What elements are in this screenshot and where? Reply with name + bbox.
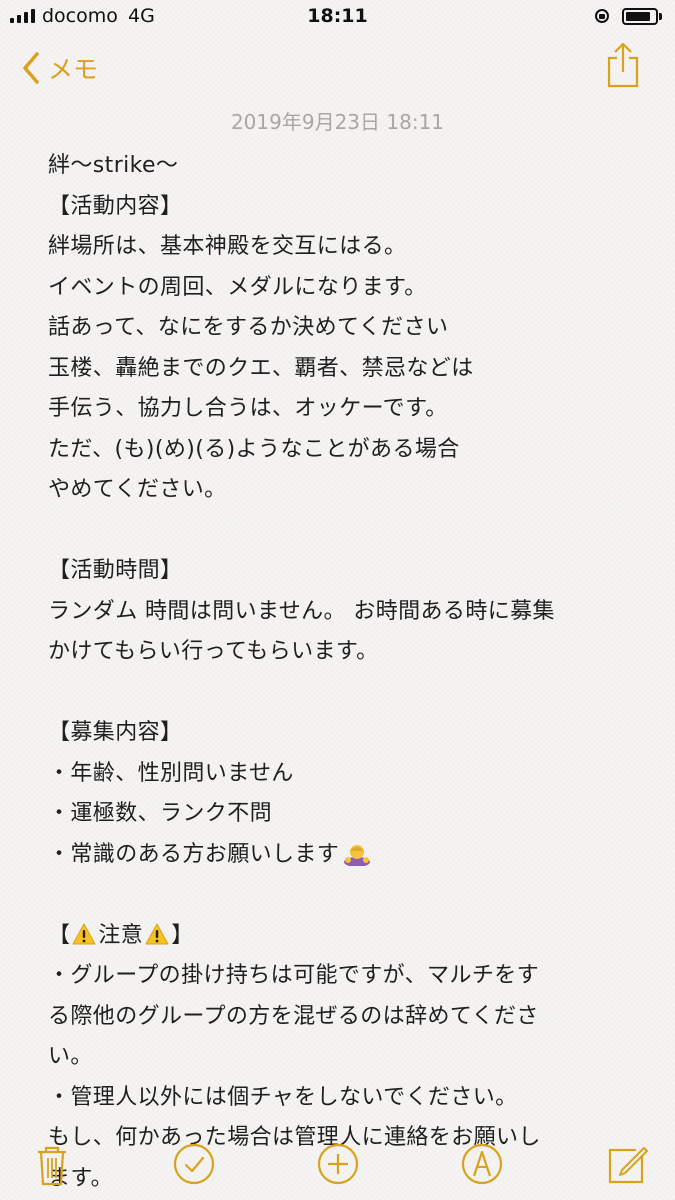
checklist-button[interactable] bbox=[172, 1142, 216, 1186]
note-line-with-emoji: 【 注意 】 bbox=[48, 916, 648, 957]
note-line: やめてください。 bbox=[48, 477, 227, 502]
note-line: る際他のグループの方を混ぜるのは辞めてくださ bbox=[48, 1003, 539, 1029]
compose-icon bbox=[608, 1147, 648, 1184]
warning-emoji-icon bbox=[72, 923, 96, 945]
note-line: 手伝う、協力し合うは、オッケーです。 bbox=[48, 396, 448, 421]
note-line: ・年齢、性別問いません bbox=[48, 760, 294, 786]
rotation-lock-icon bbox=[595, 9, 609, 23]
bracket-close: 】 bbox=[171, 922, 194, 948]
note-line-with-emoji: ・常識のある方お願いします bbox=[48, 835, 648, 876]
trash-icon bbox=[38, 1146, 66, 1186]
battery-level bbox=[626, 12, 650, 21]
note-line: い。 bbox=[48, 1044, 93, 1069]
note-blank-line bbox=[48, 511, 648, 552]
sketch-icon bbox=[461, 1143, 503, 1185]
status-time: 18:11 bbox=[307, 5, 368, 27]
note-date: 2019年9月23日 18:11 bbox=[230, 110, 445, 134]
note-line: ランダム 時間は問いません。 お時間ある時に募集 bbox=[48, 598, 555, 624]
note-line: 【活動時間】 bbox=[48, 558, 183, 583]
caution-label: 注意 bbox=[98, 922, 144, 948]
warning-emoji-icon bbox=[145, 923, 169, 945]
battery-icon bbox=[622, 8, 658, 25]
bracket-open: 【 bbox=[48, 922, 71, 948]
note-line: イベントの周回、メダルになります。 bbox=[48, 274, 427, 300]
checklist-icon bbox=[173, 1143, 215, 1185]
share-icon bbox=[607, 42, 639, 88]
note-line: 【募集内容】 bbox=[48, 720, 183, 745]
note-line-text: ・常識のある方お願いします bbox=[48, 841, 340, 867]
note-line: 玉楼、轟絶までのクエ、覇者、禁忌などは bbox=[48, 355, 474, 381]
bowing-person-emoji-icon bbox=[343, 840, 371, 867]
compose-button[interactable] bbox=[606, 1142, 650, 1186]
sketch-button[interactable] bbox=[460, 1142, 504, 1186]
note-title: 絆〜strike〜 bbox=[48, 153, 179, 178]
chevron-left-icon bbox=[23, 52, 39, 84]
note-line: 【活動内容】 bbox=[48, 193, 183, 219]
share-button[interactable] bbox=[606, 42, 640, 88]
note-blank-line bbox=[48, 875, 648, 916]
note-line: ・管理人以外には個チャをしないでください。 bbox=[48, 1084, 518, 1110]
bottom-toolbar bbox=[0, 1136, 675, 1200]
add-button[interactable] bbox=[316, 1142, 360, 1186]
note-blank-line bbox=[48, 673, 648, 714]
note-line: ・運極数、ランク不問 bbox=[48, 801, 273, 826]
note-line: かけてもらい行ってもらいます。 bbox=[48, 639, 379, 664]
plus-icon bbox=[317, 1143, 359, 1185]
note-body[interactable]: 絆〜strike〜 【活動内容】 絆場所は、基本神殿を交互にはる。 イベントの周… bbox=[48, 146, 648, 1199]
note-line: ただ、(も)(め)(る)ようなことがある場合 bbox=[48, 436, 460, 462]
status-bar: docomo 4G 18:11 bbox=[0, 0, 675, 36]
battery-tip bbox=[659, 13, 662, 20]
delete-button[interactable] bbox=[30, 1142, 74, 1186]
note-line: ・グループの掛け持ちは可能ですが、マルチをす bbox=[48, 963, 540, 988]
back-button[interactable]: メモ bbox=[22, 48, 98, 88]
note-line: 話あって、なにをするか決めてください bbox=[48, 315, 449, 340]
back-button-label: メモ bbox=[48, 55, 99, 84]
note-line: 絆場所は、基本神殿を交互にはる。 bbox=[48, 234, 407, 259]
